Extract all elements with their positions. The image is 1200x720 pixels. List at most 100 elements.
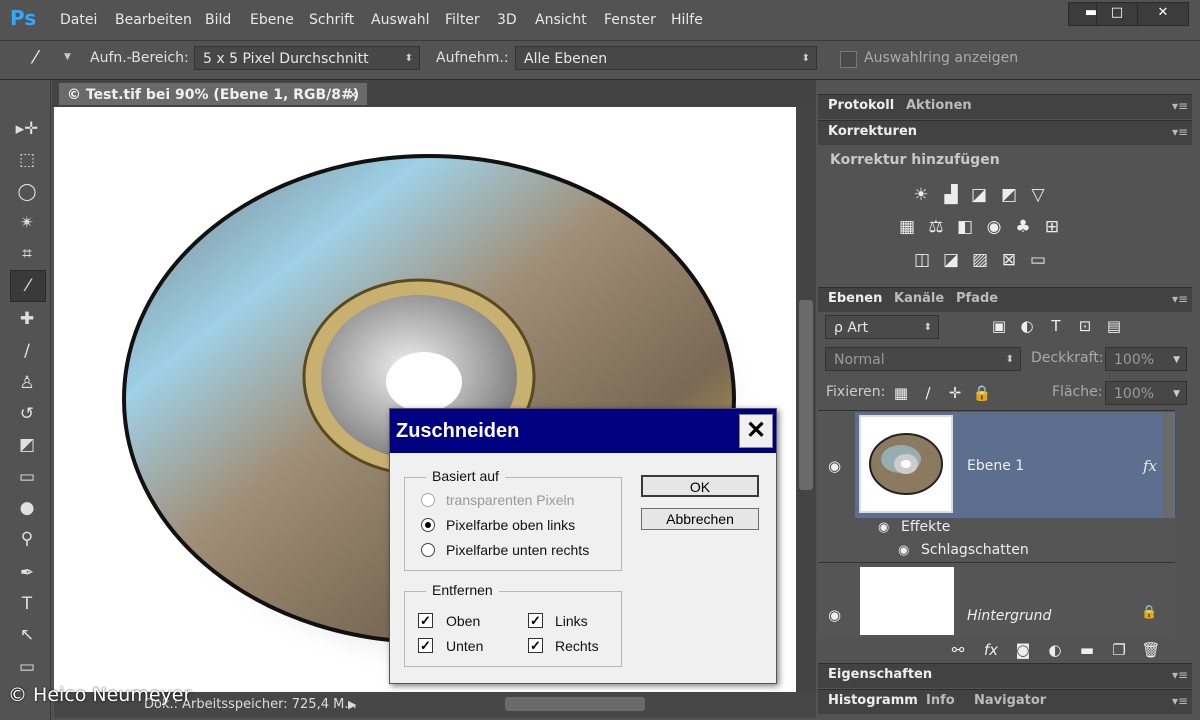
drop-shadow-label[interactable]: Schlagschatten: [921, 542, 1029, 558]
hue-saturation-icon[interactable]: ▦: [896, 216, 918, 238]
panel-menu-icon[interactable]: ▾≡: [1172, 99, 1188, 113]
horizontal-scroll-thumb[interactable]: [505, 697, 645, 711]
radio-transparent-pixels[interactable]: [421, 493, 435, 507]
menu-datei[interactable]: Datei: [60, 12, 97, 28]
radio-top-left-color[interactable]: [421, 518, 435, 532]
fill-input[interactable]: 100% ▼: [1105, 381, 1187, 405]
history-brush-tool-icon[interactable]: ↺: [15, 402, 39, 426]
status-menu-arrow-icon[interactable]: ▶: [348, 692, 356, 718]
type-tool-icon[interactable]: T: [15, 592, 39, 616]
add-mask-icon[interactable]: ◙: [1012, 639, 1034, 661]
adjustment-layer-filter-icon[interactable]: ◐: [1016, 315, 1038, 337]
preset-chevron-down-icon[interactable]: ▼: [64, 52, 71, 62]
layer-list-scrollbar[interactable]: [1163, 412, 1173, 518]
menu-auswahl[interactable]: Auswahl: [371, 12, 430, 28]
tab-korrekturen[interactable]: Korrekturen: [828, 121, 917, 143]
menu-hilfe[interactable]: Hilfe: [671, 12, 703, 28]
tab-kanaele[interactable]: Kanäle: [894, 288, 944, 310]
eraser-tool-icon[interactable]: ◩: [15, 433, 39, 457]
crop-tool-icon[interactable]: ⌗: [15, 242, 39, 266]
tab-pfade[interactable]: Pfade: [956, 288, 998, 310]
gradient-tool-icon[interactable]: ▭: [15, 465, 39, 489]
brush-tool-icon[interactable]: ∕: [15, 339, 39, 363]
close-tab-icon[interactable]: ×: [347, 83, 359, 107]
opacity-input[interactable]: 100% ▼: [1105, 347, 1187, 371]
tab-ebenen[interactable]: Ebenen: [828, 288, 882, 310]
brightness-icon[interactable]: ☀: [910, 184, 932, 206]
photo-filter-icon[interactable]: ◉: [983, 216, 1005, 238]
tab-aktionen[interactable]: Aktionen: [906, 95, 972, 117]
vibrance-icon[interactable]: ▽: [1027, 184, 1049, 206]
levels-icon[interactable]: ▟: [940, 184, 962, 206]
tab-eigenschaften[interactable]: Eigenschaften: [828, 664, 932, 686]
exposure-icon[interactable]: ◩: [998, 184, 1020, 206]
ok-button[interactable]: OK: [641, 475, 759, 497]
check-top[interactable]: ✓: [418, 613, 433, 628]
show-ring-checkbox[interactable]: [840, 51, 857, 68]
selective-color-icon[interactable]: ⊠: [998, 249, 1020, 271]
tab-protokoll[interactable]: Protokoll: [828, 95, 894, 117]
shape-layer-filter-icon[interactable]: ⊡: [1074, 315, 1096, 337]
gradient-map-icon[interactable]: ▭: [1027, 249, 1049, 271]
new-layer-icon[interactable]: ❐: [1108, 639, 1130, 661]
black-white-icon[interactable]: ◧: [954, 216, 976, 238]
document-tab[interactable]: © Test.tif bei 90% (Ebene 1, RGB/8#) ×: [58, 82, 368, 106]
shape-tool-icon[interactable]: ▭: [15, 655, 39, 679]
layer-filter-select[interactable]: ρ Art ⬍: [825, 315, 939, 339]
blur-tool-icon[interactable]: ●: [15, 496, 39, 520]
drop-shadow-eye-icon[interactable]: ◉: [898, 543, 909, 558]
curves-icon[interactable]: ◪: [968, 184, 990, 206]
color-lookup-icon[interactable]: ⊞: [1041, 216, 1063, 238]
channel-mixer-icon[interactable]: ♣: [1012, 216, 1034, 238]
stamp-tool-icon[interactable]: ♙: [15, 371, 39, 395]
check-right[interactable]: ✓: [528, 638, 543, 653]
marquee-tool-icon[interactable]: ⬚: [15, 148, 39, 172]
effects-eye-icon[interactable]: ◉: [878, 520, 889, 535]
visibility-eye-icon[interactable]: ◉: [828, 457, 841, 475]
tab-histogramm[interactable]: Histogramm: [828, 690, 918, 712]
panel-menu-icon[interactable]: ▾≡: [1172, 694, 1188, 708]
pen-tool-icon[interactable]: ✒: [15, 561, 39, 585]
new-adjustment-icon[interactable]: ◐: [1044, 639, 1066, 661]
menu-ebene[interactable]: Ebene: [250, 12, 294, 28]
check-bottom[interactable]: ✓: [418, 638, 433, 653]
menu-schrift[interactable]: Schrift: [309, 12, 354, 28]
cancel-button[interactable]: Abbrechen: [641, 508, 759, 530]
lock-position-icon[interactable]: ✛: [944, 382, 966, 404]
eyedropper-tool-preset-icon[interactable]: ⁄: [34, 47, 37, 68]
lock-transparency-icon[interactable]: ▦: [890, 382, 912, 404]
panel-menu-icon[interactable]: ▾≡: [1172, 125, 1188, 139]
move-tool-icon[interactable]: ▸✛: [15, 117, 39, 141]
sample-area-select[interactable]: 5 x 5 Pixel Durchschnitt ⬍: [194, 46, 420, 70]
panel-menu-icon[interactable]: ▾≡: [1172, 292, 1188, 306]
maximize-button[interactable]: □: [1096, 2, 1138, 26]
menu-3d[interactable]: 3D: [497, 12, 517, 28]
vertical-scroll-thumb[interactable]: [799, 300, 813, 490]
path-selection-tool-icon[interactable]: ↖: [15, 623, 39, 647]
link-layers-icon[interactable]: ⚯: [947, 639, 969, 661]
threshold-icon[interactable]: ▨: [969, 249, 991, 271]
lock-pixels-icon[interactable]: ∕: [917, 382, 939, 404]
radio-bottom-right-color[interactable]: [421, 543, 435, 557]
dodge-tool-icon[interactable]: ⚲: [15, 527, 39, 551]
eyedropper-tool-icon[interactable]: ⁄: [10, 270, 46, 302]
sample-layers-select[interactable]: Alle Ebenen ⬍: [515, 46, 817, 70]
tab-navigator[interactable]: Navigator: [974, 690, 1046, 712]
layer-name-hintergrund[interactable]: Hintergrund: [967, 608, 1051, 624]
tab-info[interactable]: Info: [926, 690, 955, 712]
type-layer-filter-icon[interactable]: T: [1045, 315, 1067, 337]
menu-bearbeiten[interactable]: Bearbeiten: [115, 12, 192, 28]
smart-object-filter-icon[interactable]: ▤: [1103, 315, 1125, 337]
color-balance-icon[interactable]: ⚖: [925, 216, 947, 238]
pixel-layer-filter-icon[interactable]: ▣: [988, 315, 1010, 337]
lasso-tool-icon[interactable]: ◯: [15, 180, 39, 204]
visibility-eye-icon[interactable]: ◉: [828, 606, 841, 624]
menu-ansicht[interactable]: Ansicht: [535, 12, 587, 28]
panel-menu-icon[interactable]: ▾≡: [1172, 668, 1188, 682]
magic-wand-tool-icon[interactable]: ✴: [15, 211, 39, 235]
blend-mode-select[interactable]: Normal ⬍: [825, 347, 1021, 371]
check-left[interactable]: ✓: [528, 613, 543, 628]
add-style-fx-icon[interactable]: fx: [980, 639, 1002, 661]
dialog-close-button[interactable]: ✕: [739, 414, 773, 448]
layer-effects-fx-icon[interactable]: fx: [1143, 457, 1157, 475]
